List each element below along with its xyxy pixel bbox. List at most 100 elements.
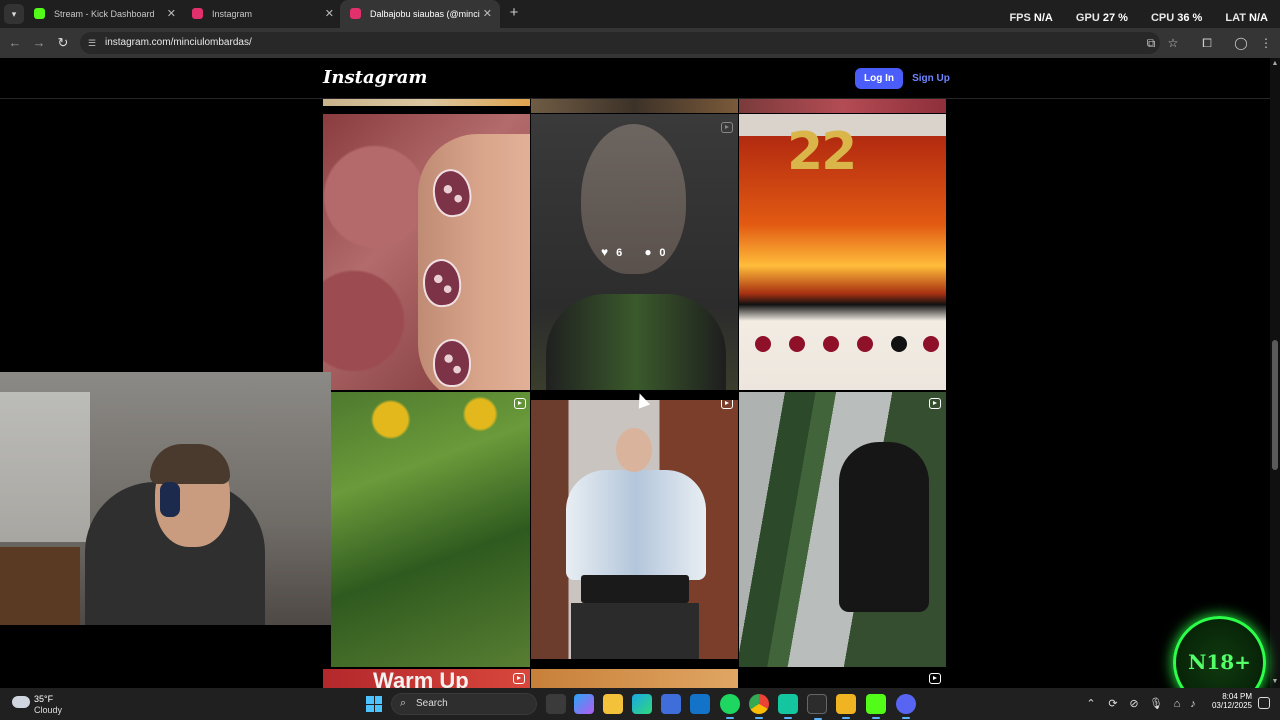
terminal-icon[interactable] [807, 694, 827, 720]
reel-icon [929, 398, 941, 409]
page-scrollbar[interactable]: ▲ ▼ [1270, 58, 1280, 688]
copilot-icon[interactable] [574, 694, 594, 714]
webcam-overlay [0, 372, 331, 625]
volume-icon[interactable]: ♪ [1186, 697, 1200, 711]
post-tile-warm-up[interactable]: Warm Up [323, 669, 530, 688]
tab-title: Instagram [212, 9, 253, 19]
close-icon[interactable]: ✕ [483, 0, 492, 28]
kick-favicon-icon [34, 8, 45, 19]
login-button[interactable]: Log In [855, 68, 903, 89]
app-r-icon[interactable] [836, 694, 856, 719]
scrollbar-thumb[interactable] [1272, 340, 1278, 470]
gpu-stat: GPU 27 % [1066, 12, 1128, 24]
spotify-icon[interactable] [720, 694, 740, 719]
post-tile[interactable] [531, 669, 738, 688]
bookmark-star-icon[interactable]: ☆ [1164, 34, 1182, 52]
gpu-label: GPU [1075, 12, 1100, 24]
edge-icon[interactable] [632, 694, 652, 714]
back-arrow-icon[interactable]: ← [6, 34, 24, 52]
file-explorer-icon[interactable] [603, 694, 623, 714]
network-icon[interactable]: ⌂ [1170, 697, 1184, 711]
driver-image [839, 442, 929, 612]
menu-kebab-icon[interactable]: ⋮ [1257, 34, 1275, 52]
notifications-icon[interactable] [1258, 697, 1270, 709]
fps-stat: FPS N/A [999, 12, 1052, 24]
fps-value: N/A [1033, 12, 1053, 24]
man-shirt-image [546, 294, 726, 390]
berry-decoration [891, 336, 907, 352]
system-clock[interactable]: 8:04 PM 03/12/2025 [1206, 692, 1252, 710]
scroll-down-icon[interactable]: ▼ [1271, 678, 1279, 686]
webcam-window-background [0, 392, 90, 542]
weather-widget[interactable]: 35°F Cloudy [12, 692, 82, 716]
reload-icon[interactable]: ↻ [54, 34, 72, 52]
signup-button[interactable]: Sign Up [910, 68, 952, 89]
windows-taskbar: 35°F Cloudy ⌕ Search ⌃ ⟳ ⊘ 🎙 ⌂ ♪ 8:04 PM… [0, 688, 1280, 720]
taskbar-search[interactable]: ⌕ Search [391, 693, 537, 715]
post-tile[interactable] [739, 669, 946, 688]
new-tab-button[interactable]: + [505, 4, 523, 22]
cpu-label: CPU [1150, 12, 1175, 24]
berry-decoration [823, 336, 839, 352]
instagram-favicon-icon [192, 8, 203, 19]
store-icon[interactable] [661, 694, 681, 714]
post-grid: ♥ 6 ● 0 22 Warm Up [323, 99, 947, 688]
post-tile-nails[interactable] [323, 114, 530, 390]
weather-temperature: 35°F [34, 694, 54, 704]
forward-arrow-icon[interactable]: → [30, 34, 48, 52]
gpu-value: 27 % [1102, 12, 1128, 24]
tab-instagram[interactable]: Instagram ✕ [182, 0, 342, 28]
scroll-up-icon[interactable]: ▲ [1271, 60, 1279, 68]
post-tile-cake[interactable]: 22 [739, 114, 946, 390]
post-tile-sunflowers[interactable] [331, 392, 530, 667]
chrome-icon[interactable] [749, 694, 769, 719]
address-bar[interactable]: ☰ instagram.com/minciulombardas/ [80, 32, 1160, 54]
site-info-icon[interactable]: ☰ [86, 37, 98, 49]
berry-decoration [789, 336, 805, 352]
start-windows-icon[interactable] [366, 696, 382, 712]
post-tile-tractor[interactable] [739, 392, 946, 667]
lat-stat: LAT N/A [1215, 12, 1268, 24]
kick-icon[interactable] [866, 694, 886, 719]
tray-sync-icon[interactable]: ⟳ [1106, 697, 1120, 711]
lat-label: LAT [1225, 12, 1246, 24]
close-icon[interactable]: ✕ [167, 0, 176, 28]
instagram-logo[interactable]: Instagram [323, 67, 427, 88]
microphone-icon[interactable]: 🎙 [1149, 697, 1163, 711]
fps-label: FPS [1009, 12, 1031, 24]
dj-body-image [566, 470, 706, 580]
post-tile-dj[interactable] [531, 400, 738, 659]
lat-value: N/A [1249, 12, 1268, 24]
tab-kick-dashboard[interactable]: Stream - Kick Dashboard ✕ [24, 0, 184, 28]
tab-search-button[interactable]: ▾ [4, 4, 24, 24]
discord-icon[interactable] [896, 694, 916, 719]
search-label: Search [416, 698, 448, 709]
url-text[interactable]: instagram.com/minciulombardas/ [105, 32, 252, 54]
berry-decoration [755, 336, 771, 352]
close-icon[interactable]: ✕ [325, 0, 334, 28]
tab-profile-active[interactable]: Dalbajobu siaubas (@minciulom ✕ [340, 0, 500, 28]
post-tile[interactable] [531, 99, 738, 113]
clock-time: 8:04 PM [1222, 692, 1252, 701]
streamer-hair [150, 444, 230, 484]
like-count: 6 [616, 247, 623, 259]
tray-app-icon[interactable]: ⊘ [1127, 697, 1141, 711]
extensions-icon[interactable]: ⧠ [1198, 34, 1216, 52]
post-tile-hovered[interactable]: ♥ 6 ● 0 [531, 114, 738, 390]
search-icon: ⌕ [400, 697, 407, 709]
tile-caption: Warm Up [373, 669, 469, 688]
tray-chevron-up-icon[interactable]: ⌃ [1084, 697, 1098, 711]
outlook-icon[interactable] [690, 694, 710, 714]
dj-head-image [616, 428, 652, 472]
reel-icon [721, 122, 733, 133]
performance-overlay: FPS N/A GPU 27 % CPU 36 % LAT N/A [989, 0, 1268, 28]
profile-icon[interactable]: ◯ [1232, 34, 1250, 52]
install-app-icon[interactable]: ⧉ [1142, 34, 1160, 52]
clock-date: 03/12/2025 [1211, 701, 1252, 710]
post-tile[interactable] [739, 99, 946, 113]
reel-icon [929, 673, 941, 684]
task-view-icon[interactable] [546, 694, 566, 714]
instagram-favicon-icon [350, 8, 361, 19]
post-tile[interactable] [323, 99, 530, 106]
obs-app-icon[interactable] [778, 694, 798, 719]
